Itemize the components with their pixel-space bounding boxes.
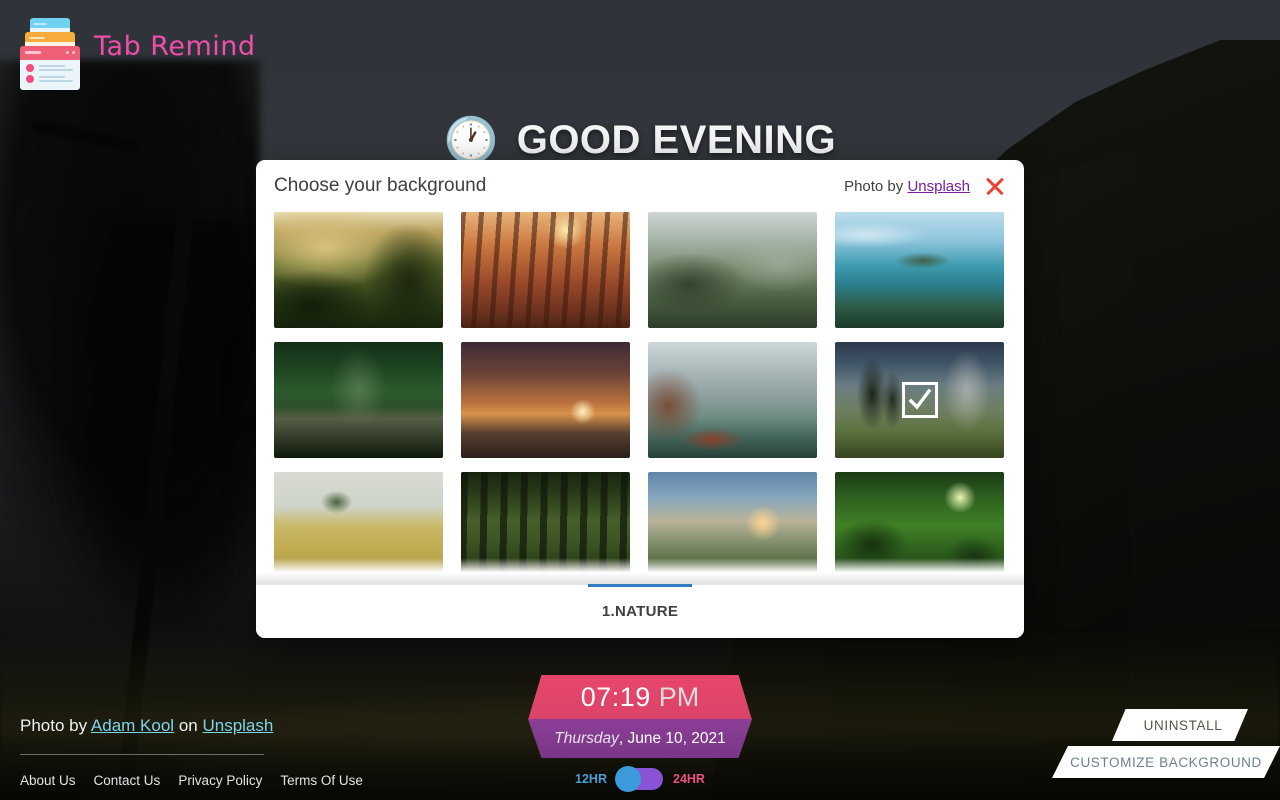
credit-prefix: Photo by	[844, 177, 904, 195]
hour-format-toggle: 12HR 24HR	[575, 766, 705, 792]
hour-format-switch[interactable]	[615, 766, 663, 792]
footer-link-terms-of-use[interactable]: Terms Of Use	[280, 773, 363, 788]
thumbnail-scroll-area[interactable]	[256, 212, 1024, 584]
brand-header: Tab Remind	[20, 18, 256, 90]
footer-link-contact-us[interactable]: Contact Us	[94, 773, 161, 788]
footer-link-about-us[interactable]: About Us	[20, 773, 76, 788]
switch-knob	[615, 766, 641, 792]
brand-name: Tab Remind	[94, 30, 256, 62]
weekday: Thursday	[554, 729, 619, 747]
uninstall-button[interactable]: UNINSTALL	[1112, 709, 1248, 741]
tab-label: 1.NATURE	[601, 603, 679, 620]
date-rest: , June 10, 2021	[618, 729, 726, 747]
clock-icon: 🕐	[443, 115, 499, 165]
stacked-tabs-icon	[20, 18, 80, 90]
category-tabs: 1.NATURE	[256, 583, 1024, 639]
background-thumbnail[interactable]	[461, 472, 630, 584]
background-thumbnail[interactable]	[461, 342, 630, 458]
footer-link-privacy-policy[interactable]: Privacy Policy	[178, 773, 262, 788]
modal-title: Choose your background	[274, 175, 487, 196]
footer-divider	[20, 754, 264, 755]
footer-links: About Us Contact Us Privacy Policy Terms Of…	[20, 773, 363, 788]
corner-buttons: UNINSTALL CUSTOMIZE BACKGROUND	[1052, 709, 1280, 778]
background-thumbnail[interactable]	[274, 342, 443, 458]
footer: Photo by Adam Kool on Unsplash About Us C…	[20, 716, 363, 788]
background-thumbnail[interactable]	[274, 472, 443, 584]
footer-photo-credit: Photo by Adam Kool on Unsplash	[20, 716, 363, 736]
greeting: 🕐 GOOD EVENING	[0, 118, 1280, 163]
time-meridiem: PM	[658, 682, 700, 712]
check-icon	[901, 382, 938, 418]
close-icon[interactable]	[982, 173, 1008, 199]
footer-credit-prefix: Photo by	[20, 716, 88, 735]
unsplash-source-link[interactable]: Unsplash	[202, 716, 273, 735]
time-display: 07:19 PM	[528, 675, 752, 720]
tab-nature[interactable]: 1.NATURE	[587, 583, 693, 639]
uninstall-label: UNINSTALL	[1143, 717, 1223, 733]
background-thumbnail[interactable]	[835, 472, 1004, 584]
date-display: Thursday, June 10, 2021	[528, 719, 752, 758]
background-thumbnail[interactable]	[461, 212, 630, 328]
background-thumbnail[interactable]	[648, 342, 817, 458]
customize-label: CUSTOMIZE BACKGROUND	[1070, 754, 1262, 770]
modal-header: Choose your background Photo by Unsplash	[256, 160, 1024, 212]
label-12hr[interactable]: 12HR	[575, 772, 607, 786]
choose-background-modal: Choose your background Photo by Unsplash…	[256, 160, 1024, 638]
label-24hr[interactable]: 24HR	[673, 772, 705, 786]
background-thumbnail[interactable]	[648, 212, 817, 328]
background-thumbnail[interactable]	[274, 212, 443, 328]
footer-credit-middle: on	[178, 716, 198, 735]
background-thumbnail[interactable]	[835, 342, 1004, 458]
photographer-link[interactable]: Adam Kool	[91, 716, 174, 735]
new-tab-page: Tab Remind 🕐 GOOD EVENING Choose your ba…	[0, 0, 1280, 800]
current-time: 07:19	[580, 682, 651, 712]
unsplash-link[interactable]: Unsplash	[907, 178, 970, 195]
thumbnail-grid	[274, 212, 1006, 584]
customize-background-button[interactable]: CUSTOMIZE BACKGROUND	[1052, 746, 1280, 778]
modal-photo-credit: Photo by Unsplash	[844, 178, 970, 195]
background-thumbnail[interactable]	[648, 472, 817, 584]
background-thumbnail[interactable]	[835, 212, 1004, 328]
time-widget: 07:19 PM Thursday, June 10, 2021 12HR 24…	[515, 675, 765, 792]
greeting-text: GOOD EVENING	[516, 118, 837, 162]
